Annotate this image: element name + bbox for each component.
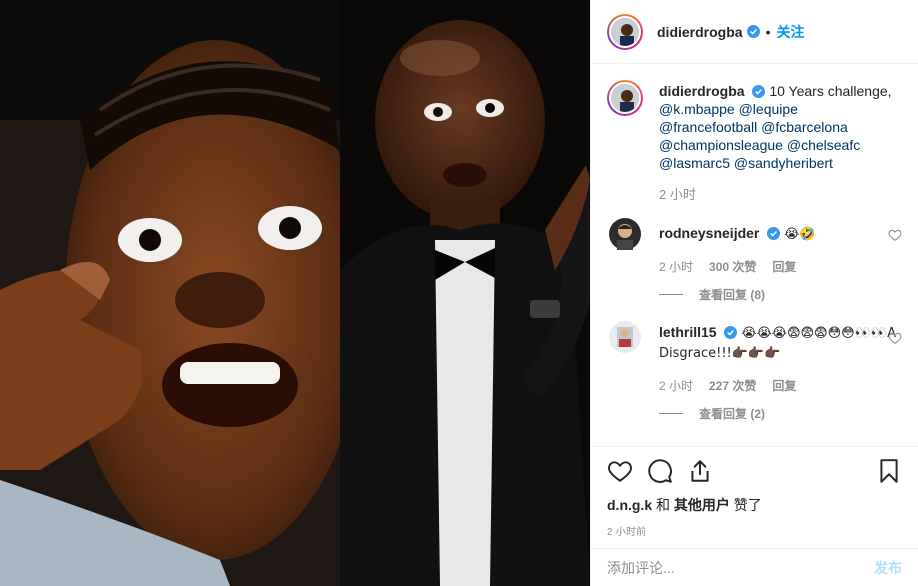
caption-username[interactable]: didierdrogba: [659, 83, 745, 99]
other-likers-link[interactable]: 其他用户: [674, 497, 730, 513]
header-separator: •: [765, 23, 771, 40]
add-comment-input[interactable]: [607, 559, 874, 576]
mention-link[interactable]: @lequipe: [739, 101, 798, 117]
mention-link[interactable]: @fcbarcelona: [761, 119, 848, 135]
comments-list[interactable]: didierdrogba 10 Years challenge, @k.mbap…: [591, 64, 918, 446]
comment-avatar[interactable]: [609, 218, 641, 250]
post-photo[interactable]: [0, 0, 590, 586]
mention-link[interactable]: @lasmarc5: [659, 155, 730, 171]
comment-avatar[interactable]: [609, 321, 641, 353]
view-replies-label: 查看回复 (2): [699, 407, 766, 421]
avatar-image: [611, 17, 639, 46]
verified-badge-icon: [746, 25, 760, 38]
comment-avatar-image: [609, 218, 641, 250]
likes-summary: d.n.g.k 和 其他用户 赞了: [607, 495, 902, 515]
post-side-panel: didierdrogba • 关注 didierdrogba 10 Years …: [590, 0, 918, 586]
photo-current-drogba: [340, 0, 590, 586]
comment-like-heart-icon[interactable]: [888, 228, 902, 242]
verified-badge-icon: [724, 326, 738, 339]
post-actions-area: d.n.g.k 和 其他用户 赞了 2 小时前: [591, 446, 918, 538]
view-replies-line: [659, 294, 683, 295]
comment-icon[interactable]: [647, 458, 673, 484]
view-replies-line: [659, 413, 683, 414]
posted-time[interactable]: 2 小时前: [607, 523, 902, 538]
avatar[interactable]: [607, 13, 643, 50]
liker-username[interactable]: d.n.g.k: [607, 497, 652, 513]
reply-button[interactable]: 回复: [772, 377, 796, 395]
heart-icon[interactable]: [607, 458, 633, 484]
comment-item: lethrill15 😭😭😭😨😨😨😳😳👀👀A Disgrace!!!👉🏿👉🏿👉🏿…: [607, 321, 902, 395]
post-comment-button[interactable]: 发布: [874, 558, 902, 578]
add-comment-bar: 发布: [591, 548, 918, 586]
mention-link[interactable]: @chelseafc: [787, 137, 860, 153]
comment-avatar-image: [609, 321, 641, 353]
verified-badge-icon: [752, 85, 766, 98]
comment-username[interactable]: lethrill15: [659, 324, 717, 340]
verified-badge-icon: [767, 227, 781, 240]
view-replies-button[interactable]: 查看回复 (2): [659, 405, 902, 422]
comment-text: 😭🤣: [784, 227, 816, 242]
comment-like-heart-icon[interactable]: [888, 331, 902, 345]
mention-link[interactable]: @sandyheribert: [734, 155, 833, 171]
mention-link[interactable]: @francefootball: [659, 119, 757, 135]
photo-young-drogba: [0, 0, 340, 586]
share-icon[interactable]: [687, 458, 713, 484]
caption: didierdrogba 10 Years challenge, @k.mbap…: [607, 80, 902, 204]
view-replies-button[interactable]: 查看回复 (8): [659, 286, 902, 303]
comment-item: rodneysneijder 😭🤣 2 小时 300 次赞 回复: [607, 218, 902, 276]
header-username[interactable]: didierdrogba: [657, 24, 743, 40]
comment-time[interactable]: 2 小时: [659, 258, 693, 276]
mention-link[interactable]: @k.mbappe: [659, 101, 735, 117]
caption-time[interactable]: 2 小时: [659, 186, 696, 204]
bookmark-icon[interactable]: [876, 458, 902, 484]
caption-text: 10 Years challenge,: [769, 83, 892, 99]
post-header: didierdrogba • 关注: [591, 0, 918, 64]
likes-connector: 和: [656, 497, 671, 513]
view-replies-label: 查看回复 (8): [699, 288, 766, 302]
comment-like-count[interactable]: 300 次赞: [709, 258, 756, 276]
reply-button[interactable]: 回复: [772, 258, 796, 276]
comment-time[interactable]: 2 小时: [659, 377, 693, 395]
comment-like-count[interactable]: 227 次赞: [709, 377, 756, 395]
caption-avatar-image: [611, 84, 639, 112]
mention-link[interactable]: @championsleague: [659, 137, 783, 153]
comment-username[interactable]: rodneysneijder: [659, 225, 759, 241]
action-bar: [607, 447, 902, 495]
follow-button[interactable]: 关注: [776, 22, 804, 42]
caption-avatar[interactable]: [607, 80, 643, 116]
likes-suffix: 赞了: [733, 497, 762, 513]
